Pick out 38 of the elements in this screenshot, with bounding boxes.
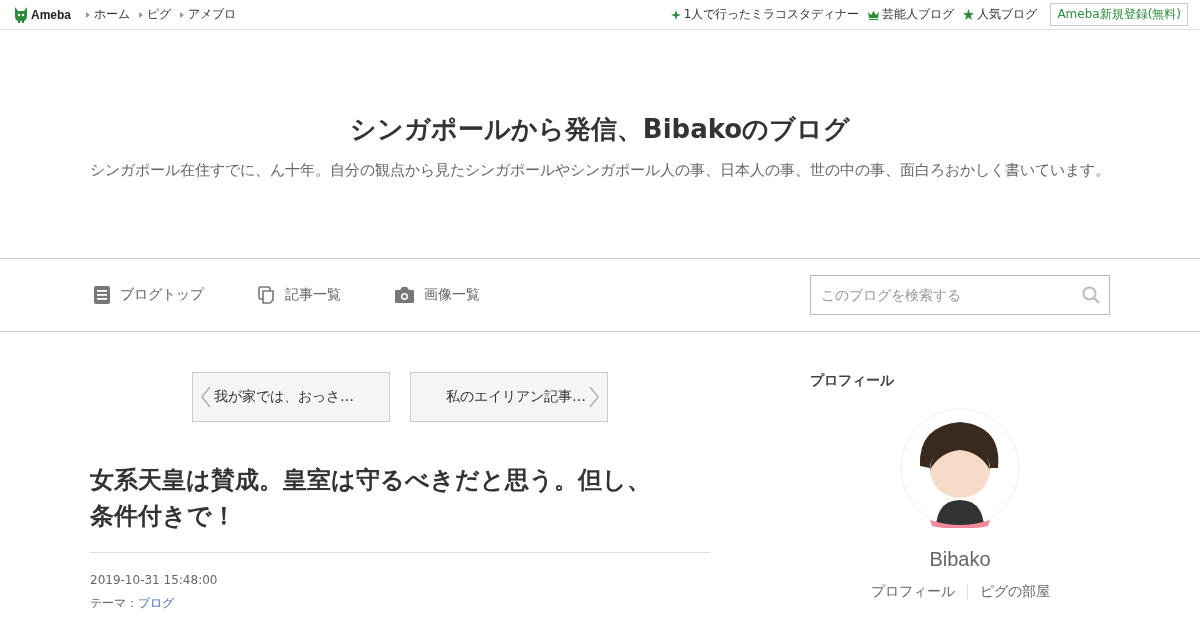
signup-button[interactable]: Ameba新規登録(無料): [1050, 3, 1188, 26]
caret-icon: [86, 11, 90, 18]
crown-icon: [868, 9, 880, 20]
chevron-left-icon: [201, 386, 211, 408]
next-article-button[interactable]: 私のエイリアン記事…: [410, 372, 608, 422]
top-nav-link[interactable]: ピグ: [139, 6, 171, 23]
sparkle-icon: [670, 9, 681, 20]
top-nav-link[interactable]: アメブロ: [180, 6, 236, 23]
caret-icon: [139, 11, 143, 18]
caret-icon: [180, 11, 184, 18]
profile-link[interactable]: ピグの部屋: [979, 583, 1050, 601]
profile-name[interactable]: Bibako: [810, 548, 1110, 571]
sidebar-heading: プロフィール: [810, 372, 895, 390]
top-nav-link[interactable]: ホーム: [86, 6, 130, 23]
nav-link[interactable]: 記事一覧: [258, 286, 341, 304]
camera-icon: [395, 287, 414, 303]
theme-label: テーマ：: [90, 596, 138, 610]
profile-link[interactable]: プロフィール: [870, 583, 955, 601]
top-link[interactable]: 1人で行ったミラコスタディナー: [670, 6, 860, 23]
ameba-logo[interactable]: Ameba: [14, 6, 71, 23]
theme-link[interactable]: ブログ: [138, 596, 174, 610]
nav-link[interactable]: ブログトップ: [94, 286, 204, 304]
document-icon: [94, 286, 110, 304]
star-icon: [963, 9, 975, 20]
copy-icon: [258, 286, 275, 304]
avatar[interactable]: [900, 408, 1020, 528]
previous-article-button[interactable]: 我が家では、おっさ…: [192, 372, 390, 422]
top-link[interactable]: 芸能人ブログ: [868, 6, 955, 23]
chevron-right-icon: [589, 386, 599, 408]
search-field[interactable]: このブログを検索する: [810, 275, 1110, 315]
top-link[interactable]: 人気ブログ: [963, 6, 1038, 23]
blog-description: シンガポール在住すでに、ん十年。自分の観点から見たシンガポールやシンガポール人の事、日本人の事、世の中の事、面白ろおかしく書いています。: [90, 161, 1110, 180]
nav-link[interactable]: 画像一覧: [395, 286, 480, 304]
blog-title[interactable]: シンガポールから発信、Bibakoのブログ: [349, 112, 851, 147]
mascot-icon: [14, 6, 28, 23]
article-title[interactable]: 女系天皇は賛成。皇室は守るべきだと思う。但し、条件付きで！: [90, 462, 710, 553]
logo-text: Ameba: [31, 7, 71, 22]
article-date: 2019-10-31 15:48:00: [90, 573, 219, 587]
